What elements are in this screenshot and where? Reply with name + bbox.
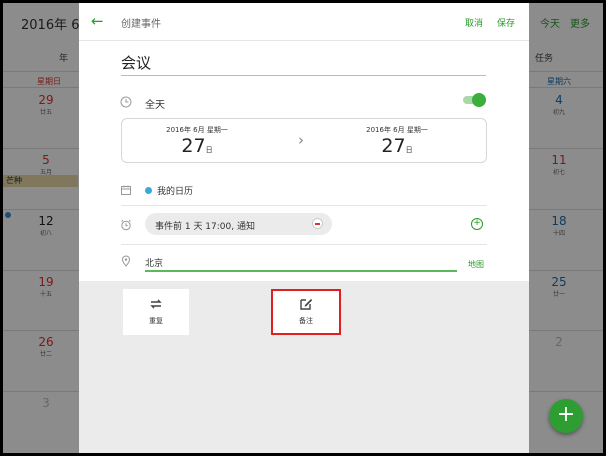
clock-icon (120, 96, 132, 108)
alarm-icon (121, 219, 131, 231)
location-input[interactable]: 北京 (145, 256, 163, 269)
create-event-dialog: ← 创建事件 取消 保存 会议 全天 2016年 6月 星期一 27日 › 20… (79, 3, 529, 453)
add-event-fab[interactable]: + (549, 399, 583, 433)
add-reminder-icon[interactable]: + (471, 218, 483, 230)
date-range-picker: 2016年 6月 星期一 27日 › 2016年 6月 星期一 27日 (121, 118, 487, 163)
start-date-day: 27 (181, 135, 206, 157)
dialog-header: ← 创建事件 取消 保存 (79, 3, 529, 41)
highlight-box (271, 289, 341, 335)
calendar-selector[interactable]: 我的日历 (157, 184, 193, 197)
toggle-knob (472, 93, 486, 107)
reminder-text: 事件前 1 天 17:00, 通知 (155, 222, 255, 232)
remove-reminder-icon[interactable] (312, 218, 323, 229)
location-pin-icon (121, 255, 131, 267)
event-title-input[interactable]: 会议 (121, 52, 151, 73)
divider (121, 205, 487, 206)
repeat-label: 重复 (149, 317, 163, 325)
chevron-right-icon: › (298, 131, 304, 149)
end-date[interactable]: 2016年 6月 星期一 27日 (322, 125, 472, 157)
title-underline (121, 75, 486, 76)
repeat-option[interactable]: 重复 (123, 289, 189, 335)
end-date-unit: 日 (405, 146, 413, 154)
start-date-header: 2016年 6月 星期一 (166, 126, 228, 134)
start-date[interactable]: 2016年 6月 星期一 27日 (122, 125, 272, 157)
dialog-body: 会议 全天 2016年 6月 星期一 27日 › 2016年 6月 星期一 27… (79, 41, 529, 281)
save-button[interactable]: 保存 (497, 16, 515, 29)
location-underline (145, 270, 457, 272)
cancel-button[interactable]: 取消 (465, 16, 483, 29)
divider (121, 244, 487, 245)
calendar-icon (121, 185, 131, 195)
repeat-icon (150, 299, 162, 309)
all-day-toggle[interactable] (463, 93, 486, 107)
dialog-title: 创建事件 (121, 19, 161, 30)
end-date-header: 2016年 6月 星期一 (366, 126, 428, 134)
end-date-day: 27 (381, 135, 406, 157)
map-button[interactable]: 地图 (468, 259, 484, 270)
calendar-color-dot (145, 187, 152, 194)
start-date-unit: 日 (205, 146, 213, 154)
reminder-chip[interactable]: 事件前 1 天 17:00, 通知 (145, 213, 332, 235)
all-day-label: 全天 (145, 100, 165, 111)
screen: 2016年 6月 今天 更多 年 任务 星期日 星期六 29 廿五 5 五月 12 初… (3, 3, 603, 453)
back-arrow-icon[interactable]: ← (91, 12, 104, 30)
